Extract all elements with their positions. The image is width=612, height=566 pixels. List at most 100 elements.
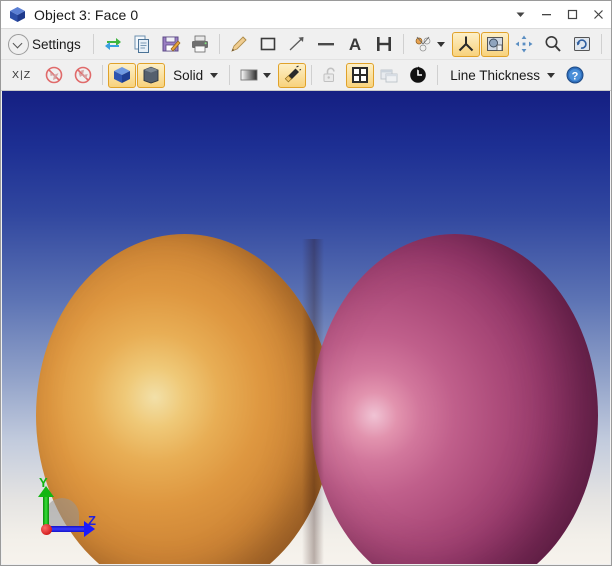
toolbar-separator [403, 34, 404, 54]
plane-xy-button[interactable]: X|Y [607, 32, 612, 57]
titlebar-dropdown-button[interactable] [507, 1, 533, 29]
arrow-icon [287, 34, 307, 54]
hide-section-button[interactable] [69, 63, 97, 88]
chevron-down-icon [210, 73, 218, 78]
toolbar-separator [437, 65, 438, 85]
svg-text:A: A [349, 35, 361, 54]
toolbar-separator [102, 65, 103, 85]
close-button[interactable] [585, 1, 611, 29]
copy-button[interactable] [128, 32, 156, 57]
container-button[interactable] [137, 63, 165, 88]
toolbar-row-2: X|Z [1, 60, 611, 91]
toolbar-separator [601, 34, 602, 54]
settings-label: Settings [29, 37, 84, 52]
view-window-icon [485, 34, 505, 54]
plane-xz-button[interactable]: X|Z [4, 63, 39, 88]
svg-text:?: ? [572, 70, 579, 82]
window-title: Object 3: Face 0 [34, 7, 138, 23]
gizmo-z-axis [46, 526, 86, 532]
toolbar-separator [311, 65, 312, 85]
sphere-right[interactable] [311, 234, 598, 564]
gizmo-z-label: Z [88, 513, 96, 528]
text-a-icon: A [345, 34, 365, 54]
tripod-axes-button[interactable] [452, 32, 480, 57]
refresh-button[interactable] [99, 32, 127, 57]
fit-grid-icon [350, 65, 370, 85]
open-padlock-icon [321, 65, 341, 85]
save-button[interactable] [157, 32, 185, 57]
no-section-icon [73, 65, 93, 85]
help-question-icon: ? [566, 66, 584, 84]
axis-gizmo: Y Z [24, 470, 104, 542]
display-mode-label: Solid [170, 68, 206, 83]
chevron-down-icon [437, 42, 445, 47]
plane-xz-label: X|Z [8, 69, 35, 81]
line-thickness-label: Line Thickness [447, 68, 543, 83]
pan-move-icon [514, 34, 534, 54]
minimize-icon [541, 9, 552, 20]
dimension-tool-button[interactable] [370, 32, 398, 57]
flashlight-icon [282, 65, 302, 85]
chevron-down-icon [515, 9, 526, 20]
line-icon [316, 34, 336, 54]
3d-viewport[interactable]: Y Z [2, 91, 610, 564]
text-tool-button[interactable]: A [341, 32, 369, 57]
toolbar-separator [93, 34, 94, 54]
view-orientation-button[interactable] [409, 32, 451, 57]
title-bar: Object 3: Face 0 [1, 1, 611, 29]
chevron-down-icon [263, 73, 271, 78]
help-button[interactable]: ? [562, 63, 588, 88]
no-clip-icon [44, 65, 64, 85]
light-button[interactable] [278, 63, 306, 88]
refresh-arrows-icon [103, 34, 123, 54]
rectangle-tool-button[interactable] [254, 32, 282, 57]
chevron-down-icon [547, 73, 555, 78]
rotate-clock-button[interactable] [404, 63, 432, 88]
printer-icon [190, 34, 210, 54]
rectangle-icon [258, 34, 278, 54]
settings-button[interactable]: Settings [4, 32, 88, 57]
shaded-cube-button[interactable] [108, 63, 136, 88]
blue-cube-icon [112, 65, 132, 85]
toolbar-separator [219, 34, 220, 54]
pencil-tool-button[interactable] [225, 32, 253, 57]
arrow-tool-button[interactable] [283, 32, 311, 57]
window-controls [507, 1, 611, 28]
gizmo-origin-x-point [41, 524, 52, 535]
maximize-icon [567, 9, 578, 20]
gradient-swatch-icon [239, 65, 259, 85]
line-thickness-dropdown[interactable]: Line Thickness [443, 63, 561, 88]
circled-chevron-down-icon [8, 34, 29, 55]
line-tool-button[interactable] [312, 32, 340, 57]
application-window: Object 3: Face 0 [0, 0, 612, 566]
pan-button[interactable] [510, 32, 538, 57]
fit-grid-button[interactable] [346, 63, 374, 88]
minimize-button[interactable] [533, 1, 559, 29]
maximize-button[interactable] [559, 1, 585, 29]
toolbar-row-1: Settings [1, 29, 611, 60]
lock-button[interactable] [317, 63, 345, 88]
toolbar-separator [229, 65, 230, 85]
copy-icon [132, 34, 152, 54]
gizmo-y-label: Y [39, 475, 48, 490]
save-edit-icon [161, 34, 181, 54]
print-button[interactable] [186, 32, 214, 57]
blue-cube-icon [9, 6, 26, 23]
reset-view-icon [572, 34, 592, 54]
container-icon [141, 65, 161, 85]
layers-button[interactable] [375, 63, 403, 88]
gradient-swatch-dropdown[interactable] [235, 63, 277, 88]
clock-rotate-icon [408, 65, 428, 85]
axes-ball-icon [413, 34, 433, 54]
title-bar-left: Object 3: Face 0 [1, 6, 507, 23]
display-mode-dropdown[interactable]: Solid [166, 63, 224, 88]
reset-view-button[interactable] [568, 32, 596, 57]
close-icon [593, 9, 604, 20]
hide-clip-button[interactable] [40, 63, 68, 88]
tripod-axes-icon [456, 34, 476, 54]
view-preset-button[interactable] [481, 32, 509, 57]
zoom-button[interactable] [539, 32, 567, 57]
layers-window-icon [379, 65, 399, 85]
magnifier-icon [543, 34, 563, 54]
dimension-icon [374, 34, 394, 54]
